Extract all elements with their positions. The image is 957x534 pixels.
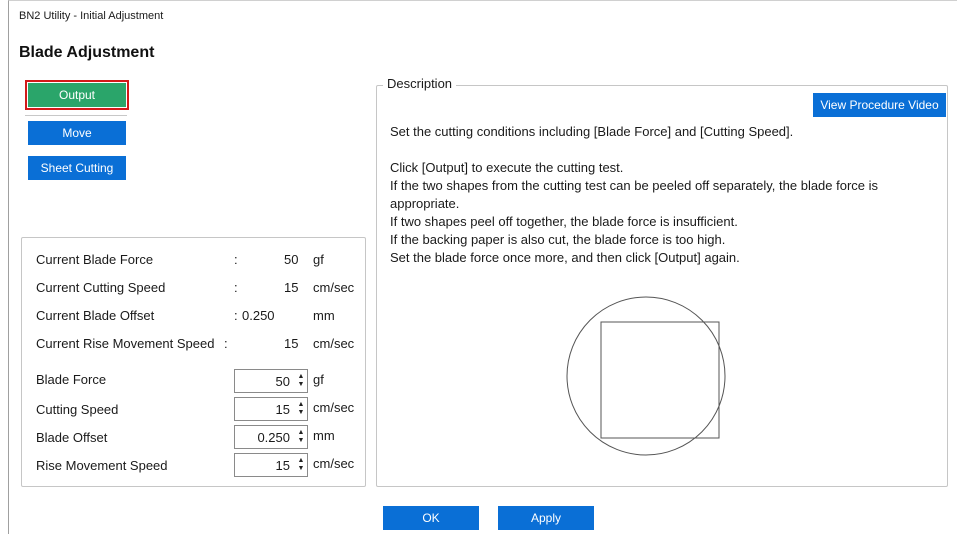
description-line: If the two shapes from the cutting test … <box>390 178 879 211</box>
current-rise-speed-value: 15 <box>284 335 299 351</box>
description-text: Set the cutting conditions including [Bl… <box>390 123 950 267</box>
current-blade-force-row: Current Blade Force : 50 gf <box>36 250 366 268</box>
sheet-cutting-button[interactable]: Sheet Cutting <box>28 156 126 180</box>
cutting-test-diagram <box>566 296 726 456</box>
current-blade-offset-label: Current Blade Offset <box>36 307 155 323</box>
cutting-speed-unit: cm/sec <box>313 400 355 415</box>
description-line: Click [Output] to execute the cutting te… <box>390 160 624 175</box>
blade-offset-unit: mm <box>313 428 335 443</box>
rise-speed-unit: cm/sec <box>313 456 355 471</box>
apply-button[interactable]: Apply <box>498 506 594 530</box>
blade-force-stepper[interactable]: 50 ▲ ▼ <box>234 369 308 393</box>
window-title: BN2 Utility - Initial Adjustment <box>19 10 164 22</box>
spin-arrows-icon[interactable]: ▲ ▼ <box>295 426 307 448</box>
current-cutting-speed-row: Current Cutting Speed : 15 cm/sec <box>36 278 366 296</box>
current-cutting-speed-label: Current Cutting Speed <box>36 279 166 295</box>
current-blade-force-value: 50 <box>284 251 299 267</box>
spin-arrows-icon[interactable]: ▲ ▼ <box>295 398 307 420</box>
move-button[interactable]: Move <box>28 121 126 145</box>
rise-speed-value[interactable]: 15 <box>235 458 295 473</box>
blade-values-panel: Current Blade Force : 50 gf Current Cutt… <box>21 237 366 487</box>
colon: : <box>234 279 238 295</box>
blade-force-label: Blade Force <box>36 372 107 387</box>
current-blade-offset-row: Current Blade Offset : 0.250 mm <box>36 306 366 324</box>
cutting-speed-label: Cutting Speed <box>36 401 119 417</box>
blade-offset-label: Blade Offset <box>36 429 108 445</box>
current-rise-speed-unit: cm/sec <box>313 335 355 351</box>
description-line: If two shapes peel off together, the bla… <box>390 214 738 229</box>
cutting-speed-stepper[interactable]: 15 ▲ ▼ <box>234 397 308 421</box>
rise-speed-label: Rise Movement Speed <box>36 457 168 473</box>
blade-force-unit: gf <box>313 372 324 387</box>
app-window: BN2 Utility - Initial Adjustment Blade A… <box>8 0 957 534</box>
action-separator <box>25 115 127 116</box>
current-blade-offset-unit: mm <box>313 307 335 323</box>
current-cutting-speed-unit: cm/sec <box>313 279 355 295</box>
inner-square-shape <box>600 321 720 439</box>
current-rise-speed-row: Current Rise Movement Speed : 15 cm/sec <box>36 334 366 352</box>
current-blade-force-label: Current Blade Force <box>36 251 154 267</box>
blade-force-value[interactable]: 50 <box>235 374 295 389</box>
current-blade-offset-value: 0.250 <box>242 307 275 323</box>
description-legend: Description <box>383 76 457 91</box>
colon: : <box>234 307 238 323</box>
spin-arrows-icon[interactable]: ▲ ▼ <box>295 454 307 476</box>
current-cutting-speed-value: 15 <box>284 279 299 295</box>
current-blade-force-unit: gf <box>313 251 324 267</box>
outer-circle-shape <box>566 296 726 456</box>
blade-offset-stepper[interactable]: 0.250 ▲ ▼ <box>234 425 308 449</box>
current-rise-speed-label: Current Rise Movement Speed <box>36 335 215 351</box>
description-line: If the backing paper is also cut, the bl… <box>390 232 726 247</box>
spin-arrows-icon[interactable]: ▲ ▼ <box>295 370 307 392</box>
description-line: Set the cutting conditions including [Bl… <box>390 124 794 139</box>
colon: : <box>224 335 228 351</box>
ok-button[interactable]: OK <box>383 506 479 530</box>
colon: : <box>234 251 238 267</box>
view-procedure-video-button[interactable]: View Procedure Video <box>813 93 946 117</box>
blade-offset-value[interactable]: 0.250 <box>235 430 295 445</box>
description-line: Set the blade force once more, and then … <box>390 250 740 265</box>
page-title: Blade Adjustment <box>19 44 155 61</box>
cutting-speed-value[interactable]: 15 <box>235 402 295 417</box>
output-button[interactable]: Output <box>28 83 126 107</box>
rise-speed-stepper[interactable]: 15 ▲ ▼ <box>234 453 308 477</box>
